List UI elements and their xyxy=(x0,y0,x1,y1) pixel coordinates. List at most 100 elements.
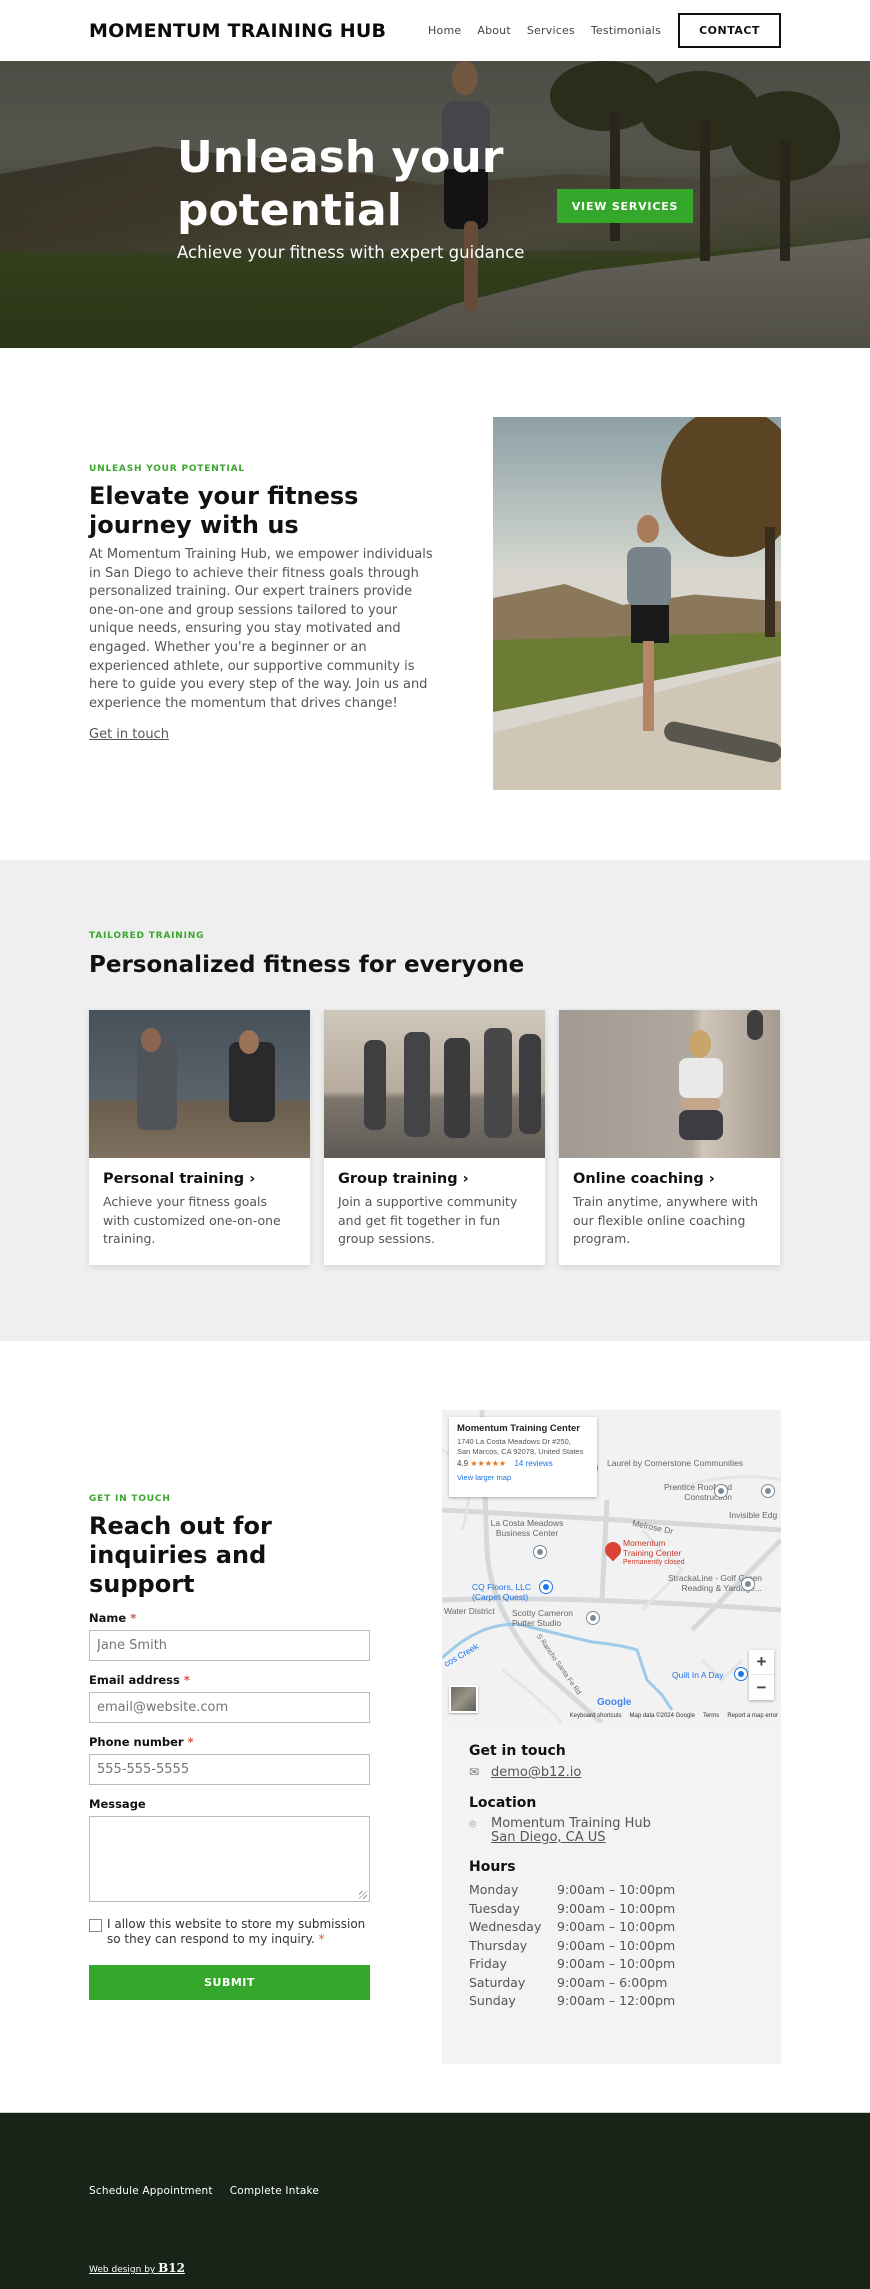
required-marker: * xyxy=(183,1673,190,1687)
complete-intake-link[interactable]: Complete Intake xyxy=(230,2185,319,2197)
group-training-image xyxy=(324,1010,545,1158)
email-input[interactable] xyxy=(89,1692,370,1723)
chevron-right-icon: › xyxy=(708,1171,715,1187)
map-poi-icon[interactable] xyxy=(540,1581,552,1593)
service-card-online-coaching[interactable]: Online coaching › Train anytime, anywher… xyxy=(559,1010,780,1265)
web-design-credit-link[interactable]: Web design by B12 xyxy=(89,2261,185,2275)
satellite-toggle[interactable] xyxy=(449,1685,478,1713)
required-marker: * xyxy=(318,1932,325,1946)
view-larger-map-link[interactable]: View larger map xyxy=(457,1473,589,1482)
chevron-right-icon: › xyxy=(249,1171,256,1187)
services-section: TAILORED TRAINING Personalized fitness f… xyxy=(0,860,870,1341)
hero-subtitle: Achieve your fitness with expert guidanc… xyxy=(177,243,525,262)
view-services-button[interactable]: VIEW SERVICES xyxy=(557,189,693,223)
hours-table: Monday 9:00am – 10:00pm Tuesday 9:00am – 1… xyxy=(469,1881,754,2011)
about-section: UNLEASH YOUR POTENTIAL Elevate your fitn… xyxy=(0,348,870,860)
map-rating: 4.9 ★★★★★ 14 reviews xyxy=(457,1459,553,1468)
contact-button[interactable]: CONTACT xyxy=(678,13,781,48)
services-heading: TAILORED TRAINING Personalized fitness f… xyxy=(89,931,524,980)
service-card-personal-training[interactable]: Personal training › Achieve your fitness… xyxy=(89,1010,310,1265)
hero-title: Unleash your potential xyxy=(177,132,504,236)
service-card-description: Train anytime, anywhere with our flexibl… xyxy=(573,1194,758,1246)
map-reviews-link[interactable]: 14 reviews xyxy=(514,1459,552,1468)
map-place-card: Momentum Training Center 1740 La Costa M… xyxy=(449,1417,597,1497)
map-poi-icon[interactable] xyxy=(715,1485,727,1497)
map-label: Scotty Cameron Putter Studio xyxy=(512,1608,573,1628)
hero-content: Unleash your potential Achieve your fitn… xyxy=(177,131,524,262)
google-logo: Google xyxy=(597,1697,632,1708)
location-row: ⌾ Momentum Training Hub San Diego, CA US xyxy=(469,1817,754,1845)
map-poi-icon[interactable] xyxy=(735,1668,747,1680)
hours-row: Sunday 9:00am – 12:00pm xyxy=(469,1993,676,2008)
main-nav: Home About Services Testimonials xyxy=(428,24,661,37)
site-logo[interactable]: MOMENTUM TRAINING HUB xyxy=(89,20,386,42)
b12-logo: B12 xyxy=(158,2261,185,2275)
nav-services[interactable]: Services xyxy=(527,24,575,37)
map-poi-icon[interactable] xyxy=(742,1578,754,1590)
contact-eyebrow: GET IN TOUCH xyxy=(89,1494,171,1504)
get-in-touch-link[interactable]: Get in touch xyxy=(89,727,169,742)
service-cards: Personal training › Achieve your fitness… xyxy=(89,1010,780,1265)
terms-link[interactable]: Terms xyxy=(703,1713,719,1719)
phone-label: Phone number * xyxy=(89,1735,194,1749)
phone-input[interactable] xyxy=(89,1754,370,1785)
envelope-icon: ✉ xyxy=(469,1765,480,1779)
map-place-name: Momentum Training Center xyxy=(457,1423,580,1434)
map-label: Invisible Edg xyxy=(729,1510,778,1520)
location-heading: Location xyxy=(469,1795,537,1811)
hours-row: Tuesday 9:00am – 10:00pm xyxy=(469,1900,676,1916)
map-label: Quilt In A Day xyxy=(672,1670,724,1680)
service-card-description: Achieve your fitness goals with customiz… xyxy=(103,1194,281,1246)
map-poi-icon[interactable] xyxy=(534,1546,546,1558)
chevron-right-icon: › xyxy=(462,1171,469,1187)
name-input[interactable] xyxy=(89,1630,370,1661)
map-poi-icon[interactable] xyxy=(587,1612,599,1624)
hours-row: Monday 9:00am – 10:00pm xyxy=(469,1882,676,1897)
submit-button[interactable]: SUBMIT xyxy=(89,1965,370,2000)
about-body: At Momentum Training Hub, we empower ind… xyxy=(89,547,433,711)
report-map-error-link[interactable]: Report a map error xyxy=(727,1713,778,1719)
map-label: CQ Floors, LLC (Carpet Quest) xyxy=(472,1582,532,1602)
about-title: Elevate your fitness journey with us xyxy=(89,482,359,539)
footer-links: Schedule Appointment Complete Intake xyxy=(89,2185,319,2197)
service-card-group-training[interactable]: Group training › Join a supportive commu… xyxy=(324,1010,545,1265)
hours-row: Thursday 9:00am – 10:00pm xyxy=(469,1937,676,1953)
embedded-map[interactable]: Laurel by Cornerstone Communities Prenti… xyxy=(442,1410,781,1723)
map-poi-icon[interactable] xyxy=(762,1485,774,1497)
service-card-description: Join a supportive community and get fit … xyxy=(338,1194,518,1246)
nav-home[interactable]: Home xyxy=(428,24,461,37)
email-label: Email address * xyxy=(89,1673,190,1687)
online-coaching-image xyxy=(559,1010,780,1158)
site-footer: Schedule Appointment Complete Intake Web… xyxy=(0,2112,870,2289)
personal-training-image xyxy=(89,1010,310,1158)
message-textarea[interactable] xyxy=(89,1816,370,1902)
map-label: Water District xyxy=(444,1606,495,1616)
zoom-in-button[interactable]: + xyxy=(749,1650,774,1675)
service-card-title: Personal training › xyxy=(103,1171,256,1187)
map-label: Laurel by Cornerstone Communities xyxy=(607,1458,744,1468)
map-data-text: Map data ©2024 Google xyxy=(629,1713,695,1719)
location-link[interactable]: Momentum Training Hub San Diego, CA US xyxy=(491,1817,651,1845)
hours-row: Saturday 9:00am – 6:00pm xyxy=(469,1974,668,1990)
hours-row: Friday 9:00am – 10:00pm xyxy=(469,1956,676,1971)
contact-title: Reach out for inquiries and support xyxy=(89,1512,272,1598)
services-eyebrow: TAILORED TRAINING xyxy=(89,931,205,941)
about-text: UNLEASH YOUR POTENTIAL Elevate your fitn… xyxy=(89,464,439,742)
hours-row: Wednesday 9:00am – 10:00pm xyxy=(469,1919,676,1934)
nav-about[interactable]: About xyxy=(477,24,511,37)
service-card-title: Group training › xyxy=(338,1171,469,1187)
email-link[interactable]: demo@b12.io xyxy=(491,1765,581,1780)
consent-text: I allow this website to store my submiss… xyxy=(107,1917,366,1946)
nav-testimonials[interactable]: Testimonials xyxy=(591,24,661,37)
star-rating-icon: ★★★★★ xyxy=(470,1459,507,1468)
resize-handle-icon[interactable] xyxy=(359,1891,367,1899)
schedule-appointment-link[interactable]: Schedule Appointment xyxy=(89,2185,213,2197)
contact-section: GET IN TOUCH Reach out for inquiries and… xyxy=(0,1341,870,2112)
contact-info-panel: Get in touch ✉ demo@b12.io Location ⌾ Mo… xyxy=(442,1723,781,2064)
service-card-title: Online coaching › xyxy=(573,1171,715,1187)
name-label: Name * xyxy=(89,1611,137,1625)
consent-checkbox[interactable] xyxy=(89,1919,102,1932)
map-attribution: Keyboard shortcuts Map data ©2024 Google… xyxy=(570,1713,778,1719)
keyboard-shortcuts-link[interactable]: Keyboard shortcuts xyxy=(570,1713,622,1719)
zoom-out-button[interactable]: − xyxy=(749,1675,774,1700)
